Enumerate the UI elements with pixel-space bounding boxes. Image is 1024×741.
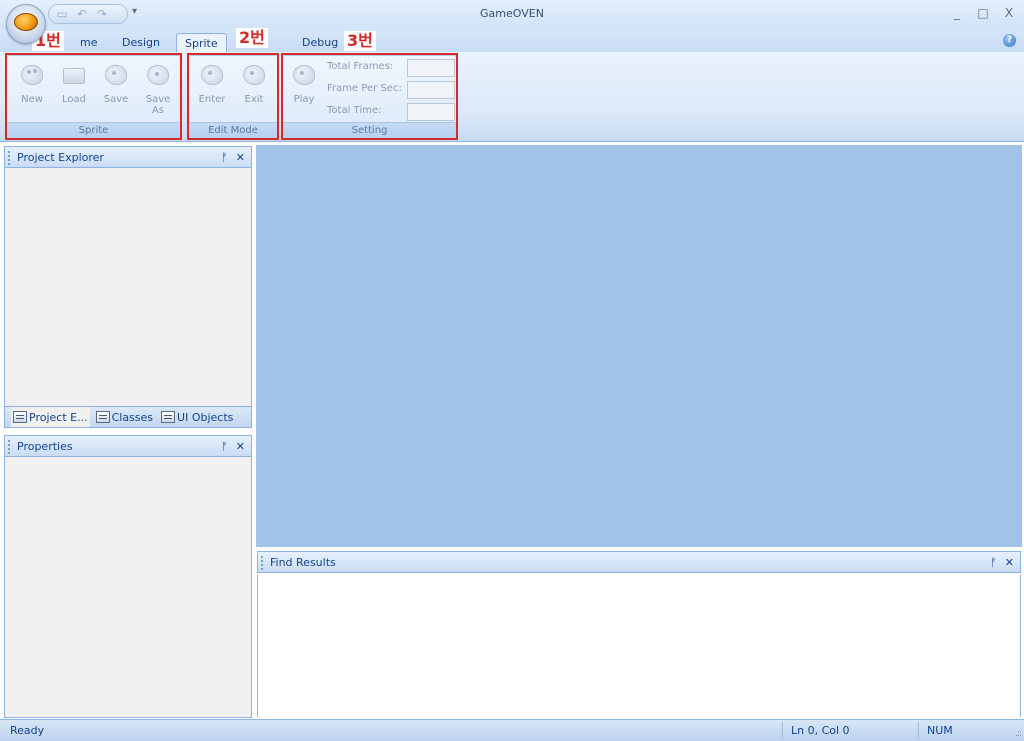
pin-icon[interactable]: ᚠ — [221, 436, 228, 458]
application-menu-button[interactable] — [6, 4, 46, 44]
window-controls: _ □ X — [950, 6, 1016, 20]
pin-icon[interactable]: ᚠ — [990, 552, 997, 574]
title-bar: ▭ ↶ ↷ ▾ GameOVEN _ □ X — [0, 0, 1024, 30]
grip-handle[interactable] — [8, 151, 10, 165]
tab-sprite[interactable]: Sprite — [176, 33, 227, 52]
pin-icon[interactable]: ᚠ — [221, 147, 228, 169]
grip-handle[interactable] — [261, 556, 263, 570]
annotation-label-2: 2번 — [236, 28, 268, 48]
cursor-position: Ln 0, Col 0 — [782, 722, 890, 739]
main-workspace[interactable] — [256, 145, 1022, 547]
annotation-box-3 — [281, 53, 458, 140]
close-button[interactable]: X — [1002, 6, 1016, 20]
tab-design[interactable]: Design — [114, 33, 168, 52]
explorer-tab-strip: Project E... Classes UI Objects — [4, 406, 252, 428]
ribbon-tab-strip: me Design Sprite Debug ? — [0, 30, 1024, 52]
minimize-button[interactable]: _ — [950, 6, 964, 20]
properties-header: Properties ᚠ ✕ — [4, 435, 252, 457]
status-bar: Ready Ln 0, Col 0 NUM .:: — [0, 719, 1024, 741]
properties-title: Properties — [17, 440, 73, 453]
status-text: Ready — [10, 724, 45, 737]
project-explorer-body — [4, 168, 252, 406]
properties-icon — [95, 411, 110, 423]
find-results-title: Find Results — [270, 556, 336, 569]
num-lock-indicator: NUM — [918, 722, 998, 739]
project-explorer-title: Project Explorer — [17, 151, 104, 164]
tab-ui-objects[interactable]: UI Objects — [159, 407, 235, 427]
tab-home[interactable]: me — [72, 33, 105, 52]
resize-grip-icon[interactable]: .:: — [1015, 729, 1022, 739]
tab-classes[interactable]: Classes — [94, 407, 155, 427]
close-icon[interactable]: ✕ — [1005, 552, 1014, 574]
help-icon[interactable]: ? — [1003, 34, 1016, 47]
grip-handle[interactable] — [8, 440, 10, 454]
maximize-button[interactable]: □ — [976, 6, 990, 20]
annotation-box-2 — [187, 53, 279, 140]
properties-icon — [161, 411, 176, 423]
annotation-label-3: 3번 — [344, 31, 376, 51]
tab-debug[interactable]: Debug — [294, 33, 346, 52]
annotation-box-1 — [5, 53, 182, 140]
app-orb-icon — [14, 13, 38, 31]
window-title: GameOVEN — [480, 7, 544, 20]
close-icon[interactable]: ✕ — [236, 147, 245, 169]
find-results-header: Find Results ᚠ ✕ — [257, 551, 1021, 573]
tab-project-explorer[interactable]: Project E... — [11, 407, 90, 427]
properties-body — [4, 457, 252, 718]
properties-icon — [13, 411, 27, 423]
close-icon[interactable]: ✕ — [236, 436, 245, 458]
project-explorer-header: Project Explorer ᚠ ✕ — [4, 146, 252, 168]
find-results-body — [257, 575, 1021, 717]
